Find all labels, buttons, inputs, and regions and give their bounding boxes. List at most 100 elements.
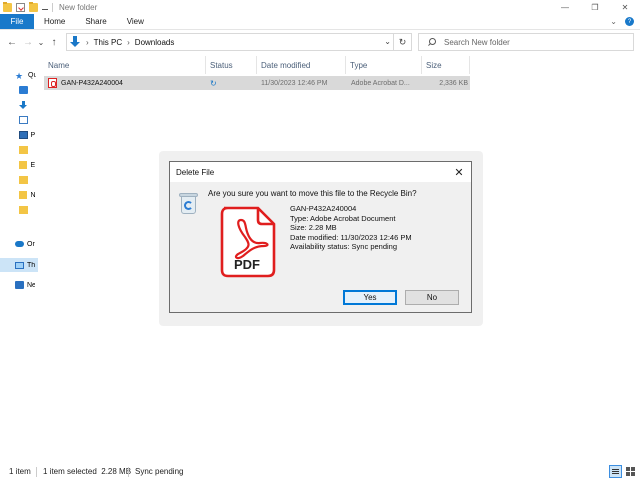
folder-icon	[19, 191, 28, 199]
detail-file-type: Type: Adobe Acrobat Document	[290, 213, 396, 223]
delete-file-dialog: Delete File ✕ Are you sure you want to m…	[169, 161, 472, 313]
nav-label: Qu	[28, 71, 36, 79]
desktop-icon	[19, 86, 28, 94]
nav-folder[interactable]	[0, 143, 38, 157]
dialog-question: Are you sure you want to move this file …	[208, 189, 417, 198]
status-item-count: 1 item	[9, 467, 31, 476]
quick-access-toolbar	[0, 1, 48, 12]
refresh-button[interactable]: ↻	[393, 34, 411, 50]
address-bar[interactable]: › This PC › Downloads ⌄ ↻	[66, 33, 412, 51]
forward-button[interactable]: →	[20, 34, 36, 50]
column-header-date-modified[interactable]: Date modified	[257, 56, 346, 74]
nav-label: E	[30, 161, 36, 169]
this-pc-icon	[15, 261, 24, 269]
tab-file[interactable]: File	[0, 14, 34, 29]
downloads-icon	[69, 36, 81, 48]
column-header-type[interactable]: Type	[346, 56, 422, 74]
nav-folder[interactable]: E	[0, 158, 38, 172]
ribbon-right: ⌄ ?	[610, 14, 640, 29]
folder-icon	[19, 176, 28, 184]
documents-icon	[19, 116, 28, 124]
yes-button[interactable]: Yes	[343, 290, 397, 305]
search-box[interactable]: Search New folder	[418, 33, 634, 51]
nav-label: P	[30, 131, 36, 139]
downloads-icon	[19, 101, 28, 109]
nav-desktop[interactable]	[0, 83, 38, 97]
status-sync: Sync pending	[135, 467, 184, 476]
title-bar: New folder — ❐ ✕	[0, 0, 640, 14]
details-view-icon[interactable]	[609, 465, 622, 478]
search-placeholder: Search New folder	[444, 37, 510, 47]
pdf-file-icon	[48, 78, 57, 88]
sync-pending-icon: ↻	[210, 78, 217, 88]
detail-availability: Availability status: Sync pending	[290, 242, 398, 252]
file-name-cell: GAN-P432A240004	[48, 76, 204, 90]
pdf-document-icon: PDF	[220, 206, 276, 278]
large-icons-view-icon[interactable]	[624, 465, 637, 478]
customize-toolbar-icon[interactable]	[42, 4, 48, 10]
properties-icon[interactable]	[16, 2, 25, 12]
file-date-cell: 11/30/2023 12:46 PM	[261, 79, 328, 87]
detail-file-size: Size: 2.28 MB	[290, 223, 337, 233]
address-dropdown-icon[interactable]: ⌄	[384, 37, 391, 46]
star-icon: ★	[15, 71, 24, 81]
tab-view[interactable]: View	[117, 14, 154, 29]
up-button[interactable]: ↑	[46, 34, 62, 50]
dialog-close-button[interactable]: ✕	[451, 164, 467, 180]
tab-home[interactable]: Home	[34, 14, 75, 29]
expand-ribbon-icon[interactable]: ⌄	[610, 17, 617, 26]
table-row[interactable]: GAN-P432A240004 ↻ 11/30/2023 12:46 PM Ad…	[44, 76, 470, 90]
navigation-bar: ← → ⌄ ↑ › This PC › Downloads ⌄ ↻ Search…	[0, 31, 640, 53]
breadcrumb-this-pc[interactable]: This PC	[94, 38, 122, 47]
dialog-title-bar: Delete File ✕	[170, 162, 471, 182]
no-button[interactable]: No	[405, 290, 459, 305]
nav-label: Thi	[27, 261, 35, 269]
folder-icon	[19, 161, 28, 169]
nav-folder[interactable]	[0, 203, 38, 217]
new-folder-icon[interactable]	[29, 1, 38, 12]
recycle-bin-icon	[179, 193, 198, 215]
breadcrumb-separator: ›	[86, 37, 89, 47]
file-name: GAN-P432A240004	[61, 79, 123, 87]
breadcrumb-separator: ›	[127, 37, 130, 47]
dialog-title: Delete File	[176, 167, 215, 177]
ribbon-tabs: File Home Share View ⌄ ?	[0, 14, 640, 30]
minimize-button[interactable]: —	[550, 0, 580, 14]
nav-quick-access[interactable]: ★ Qu	[0, 68, 38, 82]
detail-date-modified: Date modified: 11/30/2023 12:46 PM	[290, 232, 412, 242]
folder-icon[interactable]	[3, 1, 12, 12]
tab-share[interactable]: Share	[75, 14, 116, 29]
back-button[interactable]: ←	[4, 34, 20, 50]
recent-locations-button[interactable]: ⌄	[36, 34, 46, 50]
folder-icon	[19, 146, 28, 154]
nav-network[interactable]: Ne	[0, 278, 38, 292]
nav-folder[interactable]	[0, 173, 38, 187]
file-details: GAN-P432A240004 Type: Adobe Acrobat Docu…	[290, 204, 412, 252]
title-divider	[52, 2, 53, 12]
nav-pictures[interactable]: P	[0, 128, 38, 142]
close-button[interactable]: ✕	[610, 0, 640, 14]
navigation-pane: ★ Qu P E N On Thi Ne	[0, 56, 38, 460]
column-header-size[interactable]: Size	[422, 56, 470, 74]
status-divider	[128, 467, 129, 477]
file-type-cell: Adobe Acrobat D...	[351, 79, 410, 87]
detail-file-name: GAN-P432A240004	[290, 204, 357, 213]
search-icon	[427, 37, 436, 47]
nav-folder[interactable]: N	[0, 188, 38, 202]
breadcrumb-downloads[interactable]: Downloads	[135, 38, 175, 47]
nav-documents[interactable]	[0, 113, 38, 127]
window-title: New folder	[59, 2, 98, 12]
status-divider	[36, 467, 37, 477]
folder-icon	[19, 206, 28, 214]
nav-downloads[interactable]	[0, 98, 38, 112]
onedrive-icon	[15, 241, 24, 247]
column-header-name[interactable]: Name	[44, 56, 206, 74]
pdf-label: PDF	[234, 257, 260, 272]
column-header-status[interactable]: Status	[206, 56, 257, 74]
maximize-button[interactable]: ❐	[580, 0, 610, 14]
nav-this-pc[interactable]: Thi	[0, 258, 38, 272]
nav-onedrive[interactable]: On	[0, 237, 38, 251]
nav-label: On	[27, 240, 35, 248]
network-icon	[15, 281, 24, 289]
help-icon[interactable]: ?	[625, 17, 634, 26]
